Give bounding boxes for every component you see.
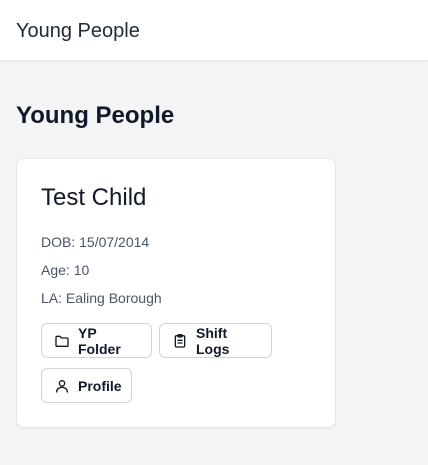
clipboard-icon [172,333,188,349]
yp-folder-button[interactable]: YP Folder [41,323,152,358]
page-title: Young People [16,102,175,129]
top-bar: Young People [0,0,428,61]
dob-text: DOB: 15/07/2014 [41,234,150,250]
age-text: Age: 10 [41,262,90,278]
young-person-name: Test Child [41,184,147,211]
yp-folder-label: YP Folder [78,324,121,357]
profile-button[interactable]: Profile [41,368,132,403]
local-authority-text: LA: Ealing Borough [41,290,162,306]
user-icon [54,378,70,394]
shift-logs-label: Shift Logs [196,324,230,357]
shift-logs-button[interactable]: Shift Logs [159,323,272,358]
young-person-card: Test Child DOB: 15/07/2014 Age: 10 LA: E… [16,158,336,428]
app-title: Young People [16,20,140,42]
profile-label: Profile [78,377,122,394]
folder-icon [54,333,70,349]
